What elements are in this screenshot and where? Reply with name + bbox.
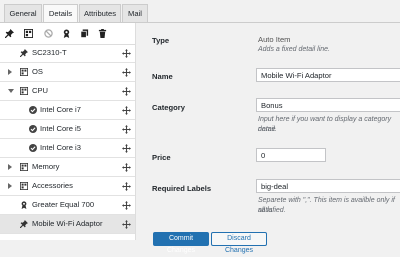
- grid-icon: [20, 68, 28, 76]
- name-label: Name: [152, 72, 173, 81]
- tree-item-label: Memory: [32, 162, 60, 171]
- tree-item-label: Greater Equal 700: [32, 200, 95, 209]
- tab-mail[interactable]: Mail: [122, 4, 148, 22]
- move-icon[interactable]: [122, 144, 131, 153]
- tab-bar: General Details Attributes Mail: [0, 0, 400, 23]
- pin-icon: [20, 220, 28, 228]
- tree-item-intel-core-i7[interactable]: Intel Core i7: [0, 101, 135, 120]
- check-circle-icon: [29, 144, 37, 152]
- pin-icon: [20, 49, 28, 57]
- expand-arrow-icon[interactable]: [8, 164, 12, 170]
- expand-arrow-icon[interactable]: [8, 183, 12, 189]
- type-value: Auto Item: [258, 35, 291, 44]
- collapse-arrow-icon[interactable]: [8, 89, 14, 93]
- tree-item-label: CPU: [32, 86, 49, 95]
- grid-icon: [20, 182, 28, 190]
- commit-changes-button[interactable]: Commit Changes: [153, 232, 209, 254]
- award-icon[interactable]: [62, 29, 71, 38]
- move-icon[interactable]: [122, 106, 131, 115]
- move-icon[interactable]: [122, 220, 131, 229]
- tab-general[interactable]: General: [4, 4, 42, 22]
- expand-arrow-icon[interactable]: [8, 69, 12, 75]
- check-circle-icon: [29, 106, 37, 114]
- tree-item-label: Intel Core i3: [40, 143, 81, 152]
- move-icon[interactable]: [122, 68, 131, 77]
- tree-item-cpu[interactable]: CPU: [0, 82, 135, 101]
- ban-icon[interactable]: [44, 29, 53, 38]
- category-description-line1: Input here if you want to display a cate…: [258, 116, 392, 133]
- tree-toolbar: [0, 23, 135, 45]
- move-icon[interactable]: [122, 125, 131, 134]
- tree-item-intel-core-i3[interactable]: Intel Core i3: [0, 139, 135, 158]
- tree-item-intel-core-i5[interactable]: Intel Core i5: [0, 120, 135, 139]
- type-label: Type: [152, 36, 170, 45]
- tab-details[interactable]: Details: [43, 4, 78, 23]
- tree-item-sc2310-t[interactable]: SC2310-T: [0, 44, 135, 63]
- category-label: Category: [152, 103, 185, 112]
- tree-item-os[interactable]: OS: [0, 63, 135, 82]
- required-labels-input[interactable]: [256, 179, 400, 193]
- name-input[interactable]: [256, 68, 400, 82]
- tree-item-mobile-wifi-adaptor[interactable]: Mobile Wi-Fi Adaptor: [0, 215, 135, 234]
- detail-tree-panel: SC2310-T OS CPU Intel Core i7 Intel Core…: [0, 23, 136, 240]
- tree-item-memory[interactable]: Memory: [0, 158, 135, 177]
- tab-attributes[interactable]: Attributes: [79, 4, 121, 22]
- category-description-line2: detail.: [258, 126, 277, 133]
- grid-icon: [20, 163, 28, 171]
- pin-icon[interactable]: [5, 29, 14, 38]
- move-icon[interactable]: [122, 49, 131, 58]
- required-labels-description-line2: satisfied.: [258, 207, 286, 214]
- tree-item-label: SC2310-T: [32, 48, 67, 57]
- required-labels-label: Required Labels: [152, 184, 212, 193]
- trash-icon[interactable]: [98, 29, 107, 38]
- discard-changes-button[interactable]: Discard Changes: [211, 232, 267, 254]
- move-icon[interactable]: [122, 201, 131, 210]
- price-input[interactable]: [256, 148, 326, 162]
- copy-icon[interactable]: [80, 29, 89, 38]
- tree-item-label: Accessories: [32, 181, 73, 190]
- move-icon[interactable]: [122, 87, 131, 96]
- tree-item-label: Mobile Wi-Fi Adaptor: [32, 219, 103, 228]
- move-icon[interactable]: [122, 182, 131, 191]
- tree-item-label: Intel Core i7: [40, 105, 81, 114]
- price-label: Price: [152, 153, 171, 162]
- grid-icon: [20, 87, 28, 95]
- grid-icon[interactable]: [24, 29, 33, 38]
- type-description: Adds a fixed detail line.: [258, 46, 330, 53]
- check-circle-icon: [29, 125, 37, 133]
- tree-item-accessories[interactable]: Accessories: [0, 177, 135, 196]
- tree-item-label: Intel Core i5: [40, 124, 81, 133]
- move-icon[interactable]: [122, 163, 131, 172]
- category-input[interactable]: [256, 98, 400, 112]
- tree-item-label: OS: [32, 67, 43, 76]
- award-icon: [20, 201, 28, 209]
- tree-item-greater-equal-700[interactable]: Greater Equal 700: [0, 196, 135, 215]
